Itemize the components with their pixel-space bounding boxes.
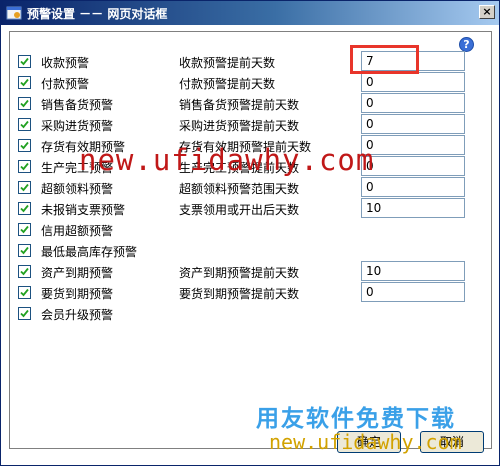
enable-checkbox[interactable] [18, 265, 31, 278]
warning-label: 要货到期预警 [41, 287, 114, 301]
checkmark-icon [20, 162, 29, 171]
warning-label: 会员升级预警 [41, 308, 114, 322]
days-input[interactable]: 0 [361, 135, 465, 155]
days-input[interactable]: 10 [361, 198, 465, 218]
days-input[interactable]: 0 [361, 72, 465, 92]
enable-checkbox[interactable] [18, 223, 31, 236]
enable-checkbox[interactable] [18, 55, 31, 68]
checkmark-icon [20, 309, 29, 318]
setting-row: 信用超额预警 [1, 219, 499, 240]
days-setting-label: 付款预警提前天数 [179, 77, 276, 91]
setting-row: 采购进货预警 采购进货预警提前天数 0 [1, 114, 499, 135]
enable-checkbox[interactable] [18, 76, 31, 89]
window-title: 预警设置 －－ 网页对话框 [27, 7, 168, 21]
setting-row: 超额领料预警 超额领料预警范围天数 0 [1, 177, 499, 198]
days-setting-label: 要货到期预警提前天数 [179, 287, 300, 301]
days-setting-label: 销售备货预警提前天数 [179, 98, 300, 112]
warning-label: 采购进货预警 [41, 119, 114, 133]
days-setting-label: 采购进货预警提前天数 [179, 119, 300, 133]
checkmark-icon [20, 225, 29, 234]
warning-label: 信用超额预警 [41, 224, 114, 238]
warning-label: 最低最高库存预警 [41, 245, 138, 259]
setting-row: 资产到期预警 资产到期预警提前天数 10 [1, 261, 499, 282]
help-icon[interactable]: ? [459, 37, 474, 52]
days-setting-label: 收款预警提前天数 [179, 56, 276, 70]
checkmark-icon [20, 183, 29, 192]
days-input[interactable]: 10 [361, 261, 465, 281]
warning-label: 销售备货预警 [41, 98, 114, 112]
days-input[interactable]: 0 [361, 114, 465, 134]
setting-row: 要货到期预警 要货到期预警提前天数 0 [1, 282, 499, 303]
setting-row: 付款预警 付款预警提前天数 0 [1, 72, 499, 93]
checkmark-icon [20, 246, 29, 255]
enable-checkbox[interactable] [18, 244, 31, 257]
days-input[interactable]: 0 [361, 156, 465, 176]
dialog-window: 预警设置 －－ 网页对话框 × ? 收款预警 收款预警提前天数 7 付款预警 付款预警提… [0, 0, 500, 466]
checkmark-icon [20, 120, 29, 129]
warning-label: 超额领料预警 [41, 182, 114, 196]
checkmark-icon [20, 204, 29, 213]
checkmark-icon [20, 267, 29, 276]
highlight-box [350, 45, 419, 74]
watermark-url-gold: new.ufidawhy.com [269, 430, 462, 454]
checkmark-icon [20, 78, 29, 87]
close-button[interactable]: × [479, 5, 495, 19]
enable-checkbox[interactable] [18, 97, 31, 110]
setting-row: 最低最高库存预警 [1, 240, 499, 261]
watermark-url-red: new.ufidawhy.com [79, 143, 375, 177]
dialog-icon [6, 5, 22, 21]
title-bar[interactable]: 预警设置 －－ 网页对话框 × [1, 1, 499, 25]
warning-label: 付款预警 [41, 77, 90, 91]
setting-row: 会员升级预警 [1, 303, 499, 324]
enable-checkbox[interactable] [18, 307, 31, 320]
enable-checkbox[interactable] [18, 202, 31, 215]
checkmark-icon [20, 99, 29, 108]
setting-row: 销售备货预警 销售备货预警提前天数 0 [1, 93, 499, 114]
setting-row: 未报销支票预警 支票领用或开出后天数 10 [1, 198, 499, 219]
days-input[interactable]: 0 [361, 177, 465, 197]
enable-checkbox[interactable] [18, 139, 31, 152]
enable-checkbox[interactable] [18, 118, 31, 131]
days-setting-label: 超额领料预警范围天数 [179, 182, 300, 196]
checkmark-icon [20, 57, 29, 66]
days-input[interactable]: 0 [361, 282, 465, 302]
checkmark-icon [20, 141, 29, 150]
setting-row: 收款预警 收款预警提前天数 7 [1, 51, 499, 72]
days-setting-label: 资产到期预警提前天数 [179, 266, 300, 280]
days-setting-label: 支票领用或开出后天数 [179, 203, 300, 217]
days-input[interactable]: 0 [361, 93, 465, 113]
watermark-brand: 用友软件免费下载 [256, 406, 456, 432]
enable-checkbox[interactable] [18, 181, 31, 194]
warning-label: 资产到期预警 [41, 266, 114, 280]
checkmark-icon [20, 288, 29, 297]
warning-label: 收款预警 [41, 56, 90, 70]
enable-checkbox[interactable] [18, 160, 31, 173]
enable-checkbox[interactable] [18, 286, 31, 299]
warning-label: 未报销支票预警 [41, 203, 126, 217]
